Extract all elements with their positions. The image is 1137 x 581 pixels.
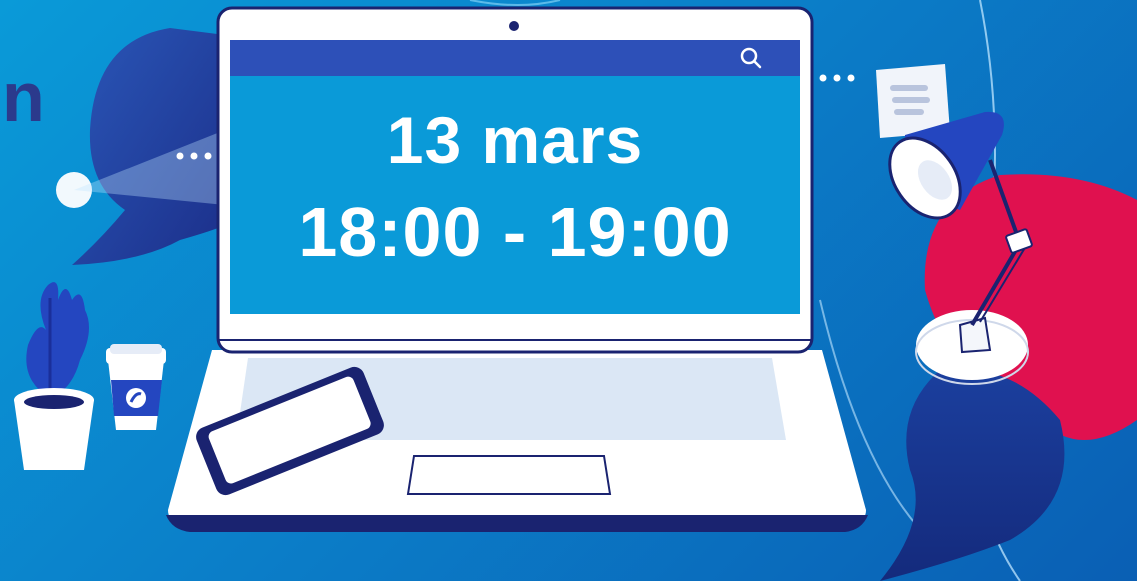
partial-heading-letter: n xyxy=(2,58,45,136)
coffee-cup-icon xyxy=(106,344,166,430)
event-date: 13 mars xyxy=(386,103,644,177)
left-speech-bubble xyxy=(56,28,225,265)
search-button[interactable] xyxy=(736,44,768,72)
ellipsis-icon xyxy=(176,152,212,160)
background-illustration xyxy=(14,0,1137,581)
ellipsis-icon-right xyxy=(819,74,855,82)
search-icon xyxy=(740,47,762,69)
potted-plant-icon xyxy=(14,282,94,470)
event-time: 18:00 - 19:00 xyxy=(298,193,732,271)
